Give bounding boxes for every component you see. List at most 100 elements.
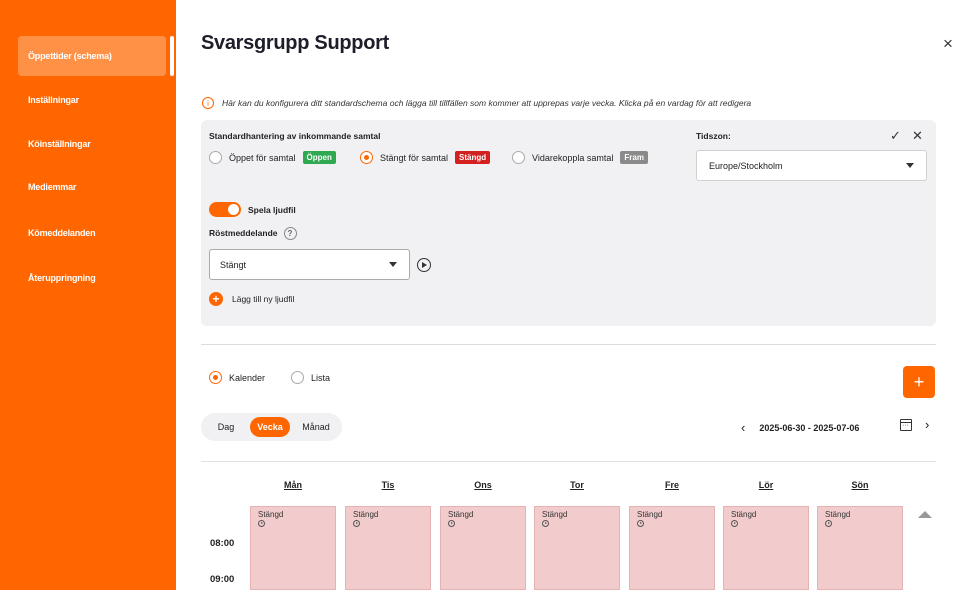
sidebar: Öppettider (schema) Inställningar Köinst…: [0, 0, 176, 590]
radio-label: Vidarekoppla samtal: [532, 152, 614, 163]
radio-button[interactable]: [291, 371, 304, 384]
close-icon[interactable]: ✕: [912, 128, 923, 144]
play-sound-label: Spela ljudfil: [248, 205, 296, 215]
settings-panel: Standardhantering av inkommande samtal Ö…: [201, 120, 936, 326]
radio-button[interactable]: [360, 151, 373, 164]
voice-message-text: Röstmeddelande: [209, 227, 278, 238]
play-icon[interactable]: [417, 258, 431, 272]
play-icon: [637, 520, 644, 527]
page-title: Svarsgrupp Support: [201, 32, 389, 54]
chevron-down-icon: [389, 262, 397, 267]
day-header-wed[interactable]: Ons: [440, 480, 526, 490]
calendar-icon[interactable]: [900, 419, 912, 431]
radio-label: Lista: [311, 372, 331, 383]
status-text: Stängd: [448, 510, 474, 519]
status-text: Stängd: [825, 510, 851, 519]
play-icon: [258, 520, 265, 527]
help-icon[interactable]: ?: [283, 227, 297, 240]
day-column-sun[interactable]: Stängd: [817, 506, 903, 590]
radio-button[interactable]: [209, 371, 222, 384]
status-text: Stängd: [258, 510, 284, 519]
radio-open[interactable]: Öppet för samtal Öppen: [209, 151, 336, 164]
time-label: 09:00: [210, 574, 235, 585]
timezone-select[interactable]: Europe/Stockholm: [696, 150, 927, 181]
close-icon[interactable]: ×: [943, 34, 953, 54]
voice-message-select[interactable]: Stängt: [209, 249, 410, 280]
tab-day[interactable]: Dag: [209, 417, 243, 437]
day-header-mon[interactable]: Mån: [250, 480, 336, 490]
sidebar-item-opening-hours[interactable]: Öppettider (schema): [18, 36, 166, 76]
info-banner: i Här kan du konfigurera ditt standardsc…: [202, 97, 751, 109]
radio-button[interactable]: [209, 151, 222, 164]
day-column-mon[interactable]: Stängd: [250, 506, 336, 590]
date-range: 2025-06-30 - 2025-07-06: [759, 422, 860, 433]
day-column-thu[interactable]: Stängd: [534, 506, 620, 590]
day-header-fri[interactable]: Fre: [629, 480, 715, 490]
voice-message-value: Stängt: [220, 259, 247, 270]
chevron-left-icon[interactable]: ‹: [741, 420, 745, 435]
view-segmented-control: Dag Vecka Månad: [201, 413, 342, 441]
info-icon: i: [202, 97, 214, 109]
status-badge-forward: Fram: [620, 151, 648, 164]
date-navigation: ‹ 2025-06-30 - 2025-07-06: [741, 420, 859, 435]
chevron-down-icon: [906, 163, 914, 168]
plus-icon: +: [209, 292, 223, 306]
add-sound-button[interactable]: + Lägg till ny ljudfil: [209, 292, 294, 306]
sidebar-item-queue-settings[interactable]: Köinställningar: [18, 124, 166, 164]
chevron-right-icon[interactable]: ›: [925, 417, 929, 432]
day-column-wed[interactable]: Stängd: [440, 506, 526, 590]
add-sound-label: Lägg till ny ljudfil: [232, 294, 295, 304]
day-header-sun[interactable]: Sön: [817, 480, 903, 490]
status-text: Stängd: [353, 510, 379, 519]
tab-month[interactable]: Månad: [296, 417, 336, 437]
status-text: Stängd: [542, 510, 568, 519]
day-column-tue[interactable]: Stängd: [345, 506, 431, 590]
scroll-up-icon[interactable]: [918, 511, 932, 518]
play-icon: [353, 520, 360, 527]
radio-label: Öppet för samtal: [229, 152, 296, 163]
divider: [201, 344, 936, 345]
day-header-thu[interactable]: Tor: [534, 480, 620, 490]
sidebar-item-label: Inställningar: [28, 95, 79, 105]
time-label: 08:00: [210, 538, 235, 549]
tab-week[interactable]: Vecka: [250, 417, 290, 437]
play-sound-toggle[interactable]: [209, 202, 241, 217]
timezone-label: Tidszon:: [696, 131, 731, 141]
day-column-fri[interactable]: Stängd: [629, 506, 715, 590]
day-header-tue[interactable]: Tis: [345, 480, 431, 490]
sidebar-item-label: Kömeddelanden: [28, 228, 96, 238]
check-icon[interactable]: ✓: [890, 128, 901, 144]
radio-closed[interactable]: Stängt för samtal Stängd: [360, 151, 491, 164]
play-icon: [448, 520, 455, 527]
timezone-value: Europe/Stockholm: [709, 160, 783, 171]
sidebar-item-label: Öppettider (schema): [28, 51, 112, 61]
status-text: Stängd: [637, 510, 663, 519]
status-badge-closed: Stängd: [455, 151, 491, 164]
sidebar-item-label: Köinställningar: [28, 139, 91, 149]
sidebar-item-label: Mediemmar: [28, 182, 77, 192]
divider: [201, 461, 936, 462]
info-text: Här kan du konfigurera ditt standardsche…: [222, 98, 752, 108]
radio-button[interactable]: [512, 151, 525, 164]
play-icon: [542, 520, 549, 527]
radio-list-view[interactable]: Lista: [291, 371, 330, 384]
sidebar-item-label: Återuppringning: [28, 273, 96, 283]
sidebar-item-callback[interactable]: Återuppringning: [18, 258, 166, 298]
play-icon: [825, 520, 832, 527]
status-badge-open: Öppen: [302, 151, 336, 164]
sidebar-item-settings[interactable]: Inställningar: [18, 80, 166, 120]
radio-label: Stängt för samtal: [380, 152, 449, 163]
day-column-sat[interactable]: Stängd: [723, 506, 809, 590]
radio-calendar-view[interactable]: Kalender: [209, 371, 265, 384]
radio-label: Kalender: [229, 372, 266, 383]
radio-forward[interactable]: Vidarekoppla samtal Fram: [512, 151, 648, 164]
play-icon: [731, 520, 738, 527]
sidebar-item-queue-messages[interactable]: Kömeddelanden: [18, 213, 166, 253]
handling-label: Standardhantering av inkommande samtal: [209, 131, 381, 141]
voice-message-label: Röstmeddelande?: [209, 227, 297, 240]
add-button[interactable]: +: [903, 366, 935, 398]
status-text: Stängd: [731, 510, 757, 519]
sidebar-item-members[interactable]: Mediemmar: [18, 167, 166, 207]
sidebar-scrollbar[interactable]: [170, 36, 174, 76]
day-header-sat[interactable]: Lör: [723, 480, 809, 490]
